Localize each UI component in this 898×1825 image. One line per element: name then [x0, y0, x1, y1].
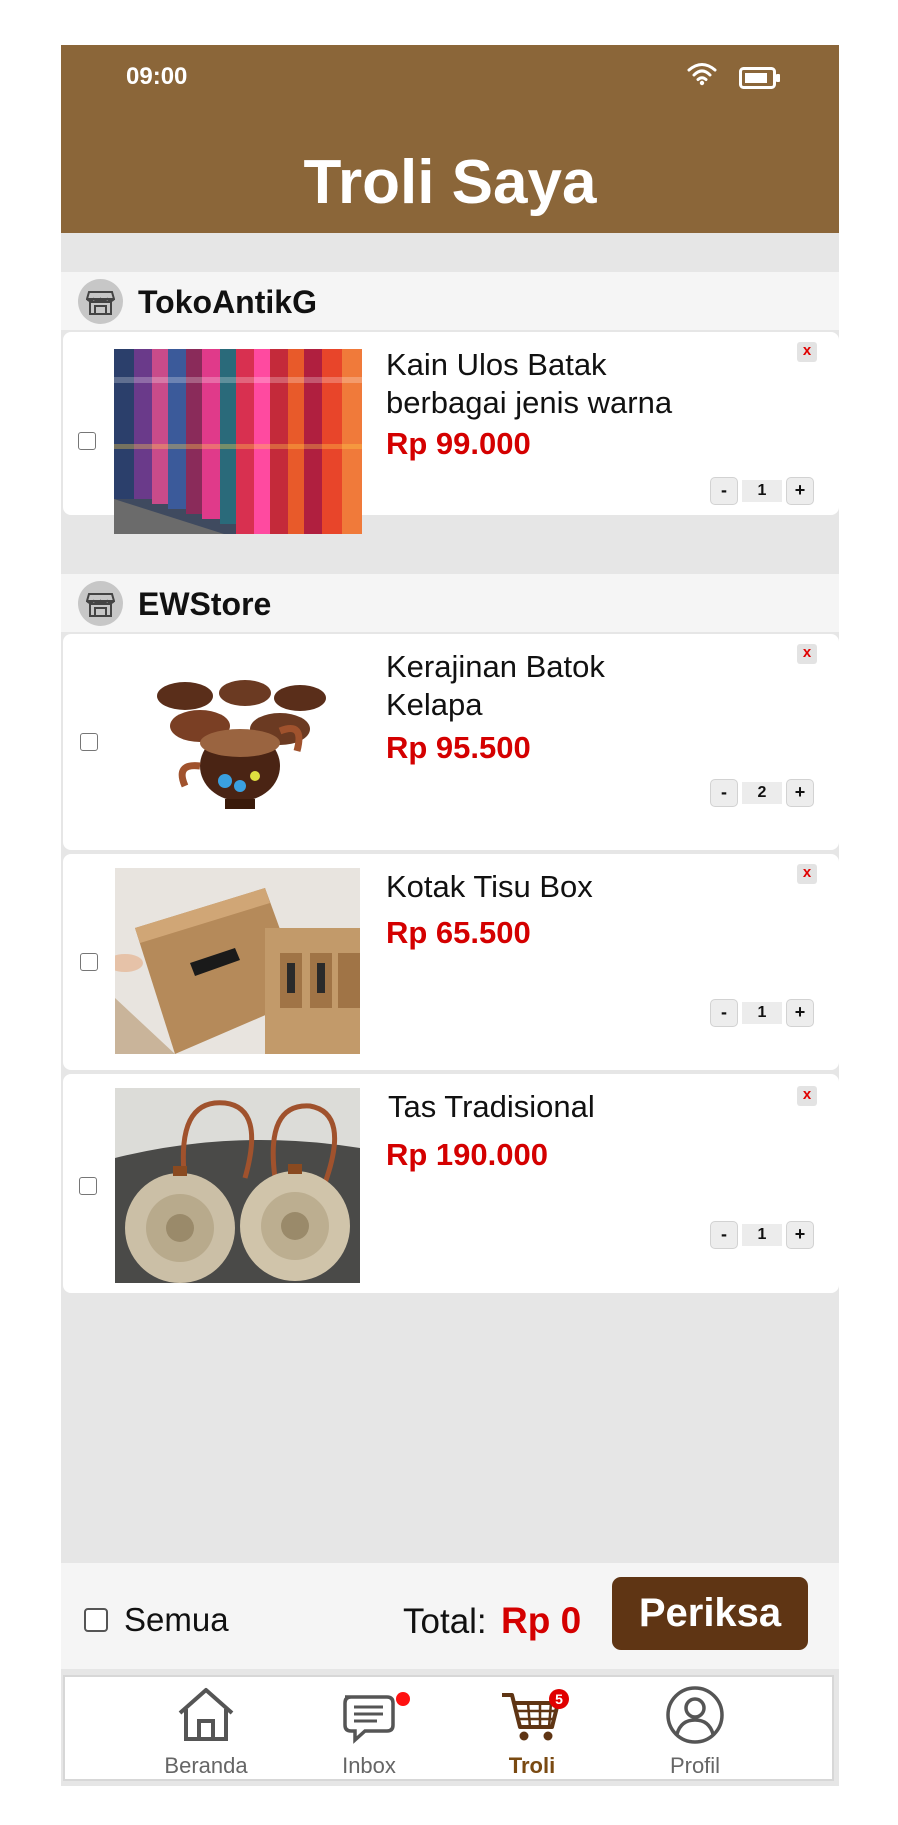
- quantity-value: 2: [742, 782, 782, 804]
- nav-label: Beranda: [164, 1753, 248, 1778]
- quantity-stepper: - 1 +: [710, 999, 814, 1027]
- nav-label: Profil: [669, 1753, 721, 1778]
- product-price: Rp 65.500: [386, 915, 531, 950]
- quantity-stepper: - 1 +: [710, 1221, 814, 1249]
- cart-count-badge: 5: [549, 1689, 569, 1709]
- product-image-tas: [115, 1088, 360, 1283]
- quantity-value: 1: [742, 1002, 782, 1024]
- cart-item: Kotak Tisu Box Rp 65.500 x - 1 +: [63, 854, 839, 1070]
- app-header: 09:00 Troli Saya: [61, 45, 839, 233]
- checkout-bar: Semua Total: Rp 0 Periksa: [61, 1563, 839, 1669]
- remove-item-button[interactable]: x: [797, 342, 817, 362]
- increase-qty-button[interactable]: +: [786, 779, 814, 807]
- bottom-nav: Beranda Inbox 5 Troli Profil: [63, 1675, 834, 1781]
- item-checkbox[interactable]: [80, 953, 98, 971]
- nav-item-beranda[interactable]: Beranda: [146, 1685, 266, 1780]
- product-name[interactable]: Kotak Tisu Box: [386, 868, 746, 906]
- inbox-notification-dot: [396, 1692, 410, 1706]
- nav-label: Troli: [508, 1753, 556, 1778]
- quantity-value: 1: [742, 480, 782, 502]
- shop-name: EWStore: [138, 586, 272, 622]
- decrease-qty-button[interactable]: -: [710, 477, 738, 505]
- decrease-qty-button[interactable]: -: [710, 999, 738, 1027]
- nav-item-inbox[interactable]: Inbox: [309, 1685, 429, 1780]
- remove-item-button[interactable]: x: [797, 1086, 817, 1106]
- phone-screen: 09:00 Troli Saya TokoAntikG Kain Ulos Ba…: [61, 45, 839, 1786]
- quantity-stepper: - 2 +: [710, 779, 814, 807]
- cart-item: Tas Tradisional Rp 190.000 x - 1 +: [63, 1074, 839, 1293]
- nav-item-troli[interactable]: 5 Troli: [472, 1685, 592, 1780]
- remove-item-button[interactable]: x: [797, 864, 817, 884]
- item-checkbox[interactable]: [78, 432, 96, 450]
- decrease-qty-button[interactable]: -: [710, 779, 738, 807]
- item-checkbox[interactable]: [80, 733, 98, 751]
- product-image-ulos: [114, 349, 362, 534]
- shop-header[interactable]: EWStore: [61, 574, 839, 632]
- remove-item-button[interactable]: x: [797, 644, 817, 664]
- product-image-batok: [115, 671, 363, 821]
- select-all-checkbox[interactable]: [84, 1608, 108, 1632]
- select-all-label[interactable]: Semua: [124, 1601, 229, 1639]
- product-name[interactable]: Tas Tradisional: [388, 1088, 748, 1126]
- status-time: 09:00: [126, 63, 188, 90]
- item-checkbox[interactable]: [79, 1177, 97, 1195]
- chat-icon: [343, 1695, 395, 1744]
- user-icon: [666, 1686, 724, 1744]
- cart-item: Kerajinan Batok Kelapa Rp 95.500 x - 2 +: [63, 634, 839, 850]
- store-icon: [78, 581, 123, 626]
- product-price: Rp 190.000: [386, 1137, 548, 1172]
- quantity-value: 1: [742, 1224, 782, 1246]
- shop-name: TokoAntikG: [138, 284, 317, 320]
- page-title: Troli Saya: [303, 148, 597, 217]
- home-icon: [178, 1688, 234, 1741]
- store-icon: [78, 279, 123, 324]
- product-price: Rp 95.500: [386, 730, 531, 765]
- product-price: Rp 99.000: [386, 426, 531, 461]
- total-label: Total:: [403, 1602, 487, 1641]
- nav-label: Inbox: [342, 1753, 396, 1778]
- increase-qty-button[interactable]: +: [786, 1221, 814, 1249]
- product-name[interactable]: Kain Ulos Batak berbagai jenis warna: [386, 346, 746, 422]
- decrease-qty-button[interactable]: -: [710, 1221, 738, 1249]
- product-image-tisu-box: [115, 868, 360, 1054]
- battery-icon: [739, 67, 781, 94]
- product-name[interactable]: Kerajinan Batok Kelapa: [386, 648, 746, 724]
- checkout-button[interactable]: Periksa: [612, 1577, 808, 1650]
- quantity-stepper: - 1 +: [710, 477, 814, 505]
- shop-header[interactable]: TokoAntikG: [61, 272, 839, 330]
- nav-item-profil[interactable]: Profil: [635, 1685, 755, 1780]
- increase-qty-button[interactable]: +: [786, 477, 814, 505]
- total-value: Rp 0: [501, 1600, 582, 1641]
- wifi-icon: [687, 62, 717, 91]
- increase-qty-button[interactable]: +: [786, 999, 814, 1027]
- cart-item: Kain Ulos Batak berbagai jenis warna Rp …: [63, 332, 839, 534]
